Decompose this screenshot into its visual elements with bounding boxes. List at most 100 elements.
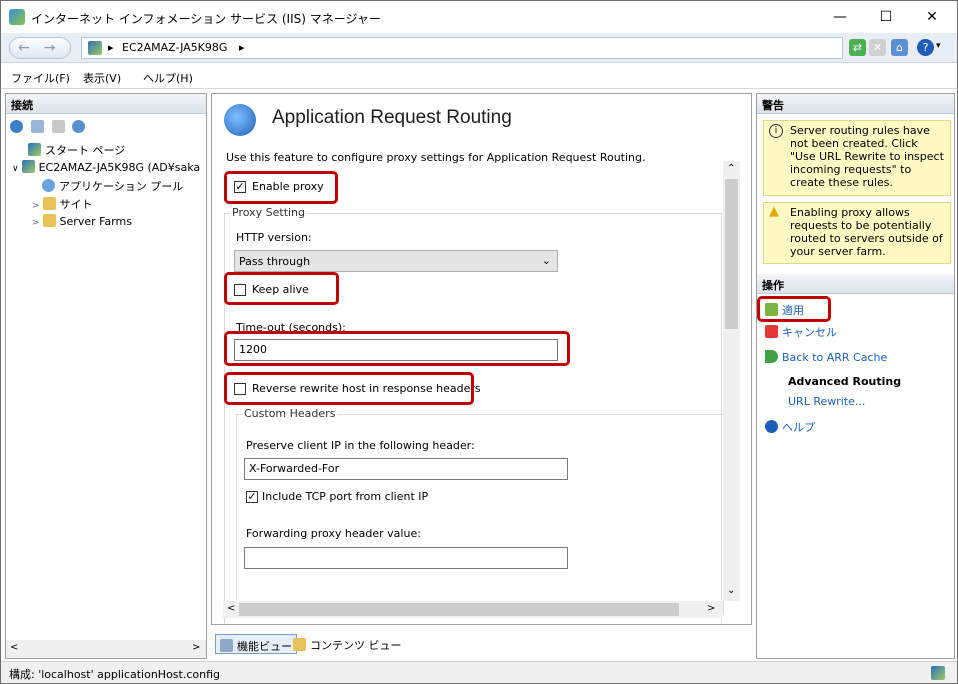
scroll-down-icon[interactable]: ⌄ <box>727 585 735 596</box>
back-arrow-icon <box>765 350 778 363</box>
actions-header: 操作 <box>757 274 954 294</box>
help-label: ヘルプ <box>782 421 815 434</box>
back-to-arr-cache-action[interactable]: Back to ARR Cache <box>765 350 887 364</box>
tree-item-server[interactable]: ∨ EC2AMAZ-JA5K98G (AD¥saka <box>12 160 200 174</box>
address-bar: ←→ ▸ EC2AMAZ-JA5K98G ▸ ⇄ ✕ ⌂ ? ▾ <box>1 33 957 63</box>
highlight-timeout <box>224 331 570 366</box>
tab-label: コンテンツ ビュー <box>310 639 402 652</box>
tab-features-view[interactable]: 機能ビュー <box>215 634 297 654</box>
stop-icon[interactable]: ✕ <box>869 39 886 56</box>
disconnect-icon[interactable] <box>72 120 86 133</box>
scroll-right-icon[interactable]: > <box>707 603 715 614</box>
connect-icon[interactable] <box>10 120 23 133</box>
tab-label: 機能ビュー <box>237 640 292 653</box>
start-page-icon <box>28 143 41 156</box>
server-farms-icon <box>42 214 56 227</box>
up-icon[interactable] <box>51 120 65 133</box>
connections-header: 接続 <box>6 94 206 114</box>
center-horizontal-scrollbar[interactable]: < > <box>223 601 723 618</box>
menu-help[interactable]: ヘルプ(H) <box>143 70 193 86</box>
feature-pane: Application Request Routing Use this fea… <box>211 93 752 625</box>
highlight-reverse-rewrite <box>224 372 474 405</box>
sites-folder-icon <box>42 197 56 210</box>
tab-content-view[interactable]: コンテンツ ビュー <box>289 634 406 654</box>
page-title: Application Request Routing <box>272 107 512 128</box>
feature-description: Use this feature to configure proxy sett… <box>226 151 646 164</box>
close-button[interactable]: ✕ <box>909 1 955 33</box>
home-icon[interactable]: ⌂ <box>891 39 908 56</box>
app-pool-icon <box>42 179 55 192</box>
chevron-down-icon[interactable]: ▾ <box>936 41 941 51</box>
menu-view[interactable]: 表示(V) <box>83 70 121 86</box>
alert-enabling-proxy: ▲ Enabling proxy allows requests to be p… <box>763 202 951 264</box>
custom-headers-title: Custom Headers <box>242 407 338 420</box>
save-icon[interactable] <box>30 120 44 133</box>
horizontal-scroll-thumb[interactable] <box>239 603 679 616</box>
forwarding-header-input[interactable] <box>244 547 568 569</box>
breadcrumb-arrow: ▸ <box>108 41 114 54</box>
window-title: インターネット インフォメーション サービス (IIS) マネージャー <box>31 12 381 26</box>
title-bar: インターネット インフォメーション サービス (IIS) マネージャー — ☐ … <box>1 1 957 33</box>
features-view-icon <box>220 639 233 652</box>
menu-bar: ファイル(F) 表示(V) ヘルプ(H) <box>1 63 957 89</box>
help-icon <box>765 420 778 433</box>
cancel-action[interactable]: キャンセル <box>765 324 837 340</box>
status-text: 構成: 'localhost' applicationHost.config <box>9 668 221 681</box>
info-icon: i <box>769 124 783 138</box>
scroll-left-icon[interactable]: < <box>10 642 18 653</box>
http-version-value: Pass through <box>239 255 311 268</box>
scroll-up-icon[interactable]: ⌃ <box>727 163 735 174</box>
tree-label: アプリケーション プール <box>59 180 184 193</box>
menu-file[interactable]: ファイル(F) <box>11 70 70 86</box>
scroll-left-icon[interactable]: < <box>227 603 235 614</box>
scroll-right-icon[interactable]: > <box>192 642 200 653</box>
include-tcp-port-checkbox[interactable]: ✓ <box>246 491 258 503</box>
alert-routing-rules: i Server routing rules have not been cre… <box>763 120 951 196</box>
status-server-icon <box>931 666 945 680</box>
breadcrumb-server[interactable]: EC2AMAZ-JA5K98G <box>122 41 227 54</box>
highlight-enable-proxy <box>224 171 338 204</box>
cancel-label: キャンセル <box>782 326 837 339</box>
breadcrumb-arrow-2[interactable]: ▸ <box>239 41 245 54</box>
left-horizontal-scrollbar[interactable]: < > <box>6 640 206 658</box>
back-forward-buttons[interactable]: ←→ <box>9 37 71 59</box>
address-box[interactable]: ▸ EC2AMAZ-JA5K98G ▸ <box>81 37 843 59</box>
preserve-ip-input[interactable]: X-Forwarded-For <box>244 458 568 480</box>
server-icon <box>21 160 35 173</box>
collapse-icon[interactable]: ∨ <box>12 164 19 174</box>
alert-text: Server routing rules have not been creat… <box>790 124 944 189</box>
expand-icon[interactable]: > <box>32 201 40 211</box>
alerts-header: 警告 <box>757 94 954 114</box>
expand-icon[interactable]: > <box>32 218 40 228</box>
tree-label: スタート ページ <box>45 144 126 157</box>
tree-item-sites[interactable]: > サイト <box>32 196 93 212</box>
center-vertical-scrollbar[interactable]: ⌃ ⌄ <box>723 161 740 601</box>
chevron-down-icon: ⌄ <box>541 254 551 267</box>
minimize-button[interactable]: — <box>817 1 863 33</box>
proxy-setting-title: Proxy Setting <box>230 206 308 219</box>
back-label: Back to ARR Cache <box>782 351 888 364</box>
highlight-apply <box>757 296 831 322</box>
vertical-scroll-thumb[interactable] <box>725 179 738 329</box>
connections-pane: 接続 スタート ページ ∨ EC2AMAZ-JA5K98G (AD¥saka アプ… <box>5 93 207 659</box>
view-tabs: 機能ビュー コンテンツ ビュー <box>211 631 752 657</box>
tree-label: Server Farms <box>59 215 132 228</box>
http-version-select[interactable]: Pass through ⌄ <box>234 250 558 272</box>
maximize-button[interactable]: ☐ <box>863 1 909 33</box>
cancel-icon <box>765 325 778 338</box>
refresh-icon[interactable]: ⇄ <box>849 39 866 56</box>
alert-text: Enabling proxy allows requests to be pot… <box>790 206 943 258</box>
url-rewrite-link[interactable]: URL Rewrite... <box>788 395 865 408</box>
status-bar: 構成: 'localhost' applicationHost.config <box>1 661 957 683</box>
tree-item-app-pools[interactable]: アプリケーション プール <box>42 178 183 194</box>
tree-item-server-farms[interactable]: > Server Farms <box>32 214 132 228</box>
actions-pane: 警告 i Server routing rules have not been … <box>756 93 955 659</box>
iis-manager-window: インターネット インフォメーション サービス (IIS) マネージャー — ☐ … <box>0 0 958 684</box>
help-dropdown-icon[interactable]: ? <box>917 39 934 56</box>
preserve-ip-label: Preserve client IP in the following head… <box>246 439 475 452</box>
help-action[interactable]: ヘルプ <box>765 419 815 435</box>
content-view-icon <box>293 638 306 651</box>
tree-label: サイト <box>59 198 93 211</box>
http-version-label: HTTP version: <box>236 231 312 244</box>
tree-item-start-page[interactable]: スタート ページ <box>28 142 125 158</box>
